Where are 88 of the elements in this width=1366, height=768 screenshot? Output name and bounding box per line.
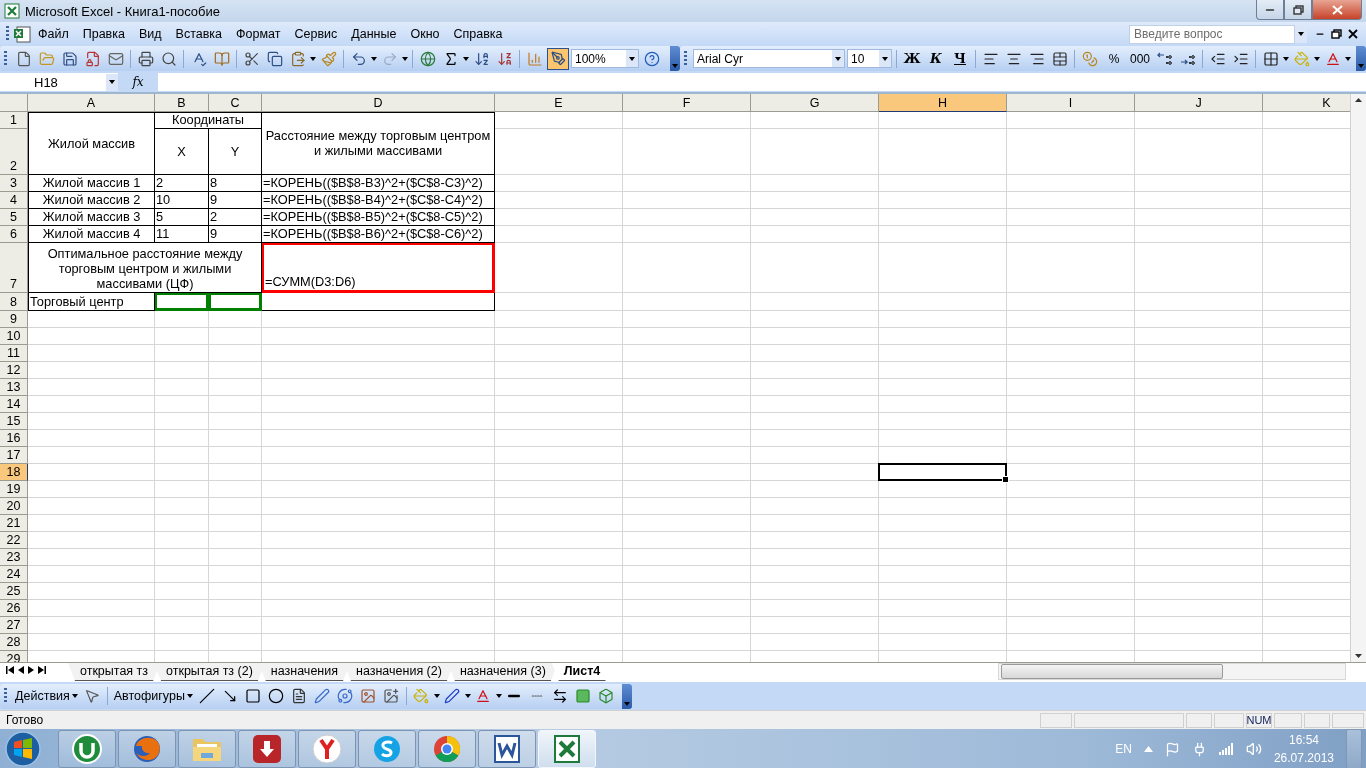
column-header[interactable]: F — [623, 94, 751, 112]
row-header[interactable]: 6 — [0, 226, 28, 243]
table-cell: 11 — [155, 226, 209, 243]
row-header[interactable]: 19 — [0, 481, 28, 498]
menu-item[interactable]: Формат — [229, 25, 288, 43]
menu-item[interactable]: Справка — [446, 25, 510, 43]
row-header[interactable]: 16 — [0, 430, 28, 447]
zoom-dropdown[interactable]: 100% — [571, 49, 639, 68]
row-header[interactable]: 21 — [0, 515, 28, 532]
table-cell: Жилой массив 4 — [28, 226, 155, 243]
percent-button[interactable]: % — [1102, 51, 1126, 66]
menu-item[interactable]: Данные — [344, 25, 404, 43]
table-cell: 10 — [155, 192, 209, 209]
table-cell: 9 — [209, 226, 262, 243]
row-header[interactable]: 27 — [0, 617, 28, 634]
table-cell: =КОРЕНЬ(($B$8-B6)^2+($C$8-C6)^2) — [262, 226, 495, 243]
name-box[interactable]: H18 — [0, 73, 118, 91]
column-header[interactable]: E — [495, 94, 623, 112]
row-header[interactable]: 13 — [0, 379, 28, 396]
row-header[interactable]: 28 — [0, 634, 28, 651]
row-header[interactable]: 15 — [0, 413, 28, 430]
menu-item[interactable]: Сервис — [287, 25, 345, 43]
row-header[interactable]: 18 — [0, 464, 28, 481]
font-size-dropdown[interactable]: 10 — [847, 49, 892, 68]
column-header[interactable]: D — [262, 94, 495, 112]
row-header[interactable]: 8 — [0, 293, 28, 311]
status-text: Готово — [5, 713, 45, 727]
column-header[interactable]: G — [751, 94, 879, 112]
row-header[interactable]: 23 — [0, 549, 28, 566]
row-header[interactable]: 26 — [0, 600, 28, 617]
row-header[interactable]: 14 — [0, 396, 28, 413]
autoshapes-menu[interactable]: Автофигуры — [111, 689, 195, 703]
row-header[interactable]: 24 — [0, 566, 28, 583]
menu-item[interactable]: Вставка — [168, 25, 230, 43]
table-cell: =КОРЕНЬ(($B$8-B4)^2+($C$8-C4)^2) — [262, 192, 495, 209]
row-header[interactable]: 17 — [0, 447, 28, 464]
table-cell: 2 — [155, 175, 209, 192]
italic-button[interactable]: К — [925, 51, 947, 66]
table-cell: X — [155, 129, 209, 175]
table-cell: Жилой массив — [28, 112, 155, 175]
row-header[interactable]: 20 — [0, 498, 28, 515]
table-cell: Жилой массив 3 — [28, 209, 155, 226]
window-title: Microsoft Excel - Книга1-пособие — [25, 3, 222, 19]
menu-item[interactable]: Правка — [75, 25, 132, 43]
fx-button[interactable]: fx — [118, 75, 158, 89]
row-header[interactable]: 10 — [0, 328, 28, 345]
row-header[interactable]: 11 — [0, 345, 28, 362]
table-cell: Жилой массив 1 — [28, 175, 155, 192]
table-cell: Y — [209, 129, 262, 175]
menu-item[interactable]: Окно — [403, 25, 447, 43]
menu-item[interactable]: Файл — [31, 25, 76, 43]
menu-item[interactable]: Вид — [131, 25, 169, 43]
table-cell: Расстояние между торговым центром и жилыми массивами — [262, 112, 495, 175]
table-cell: =КОРЕНЬ(($B$8-B5)^2+($C$8-C5)^2) — [262, 209, 495, 226]
table-cell: =КОРЕНЬ(($B$8-B3)^2+($C$8-C3)^2) — [262, 175, 495, 192]
table-cell: Жилой массив 2 — [28, 192, 155, 209]
column-header[interactable]: B — [155, 94, 209, 112]
table-cell: Координаты — [155, 112, 262, 129]
row-header[interactable]: 5 — [0, 209, 28, 226]
row-header[interactable]: 3 — [0, 175, 28, 192]
num-lock-indicator: NUM — [1246, 712, 1272, 728]
font-dropdown[interactable]: Arial Cyr — [693, 49, 845, 68]
row-header[interactable]: 7 — [0, 243, 28, 293]
row-header[interactable]: 22 — [0, 532, 28, 549]
column-header[interactable]: I — [1007, 94, 1135, 112]
table-cell: 5 — [155, 209, 209, 226]
bold-button[interactable]: Ж — [901, 51, 923, 66]
table-cell: =СУММ(D3:D6) — [262, 243, 495, 293]
column-header[interactable]: K — [1263, 94, 1350, 112]
table-cell: 2 — [209, 209, 262, 226]
thousands-button[interactable]: 000 — [1128, 51, 1153, 66]
row-header[interactable]: 2 — [0, 129, 28, 175]
column-header[interactable]: A — [28, 94, 155, 112]
actions-menu[interactable]: Действия — [13, 689, 80, 703]
row-header[interactable]: 1 — [0, 112, 28, 129]
column-header[interactable]: J — [1135, 94, 1263, 112]
table-cell: 9 — [209, 192, 262, 209]
table-cell: Оптимальное расстояние между торговым центром и жилыми массивами (ЦФ) — [28, 243, 262, 293]
column-header[interactable]: H — [879, 94, 1007, 112]
table-cell: 8 — [209, 175, 262, 192]
table-cell: Торговый центр — [28, 293, 155, 311]
help-search-field[interactable]: Введите вопрос — [1129, 24, 1295, 44]
row-header[interactable]: 12 — [0, 362, 28, 379]
row-header[interactable]: 4 — [0, 192, 28, 209]
row-header[interactable]: 25 — [0, 583, 28, 600]
column-header[interactable]: C — [209, 94, 262, 112]
row-header[interactable]: 9 — [0, 311, 28, 328]
underline-button[interactable]: Ч — [949, 51, 971, 66]
